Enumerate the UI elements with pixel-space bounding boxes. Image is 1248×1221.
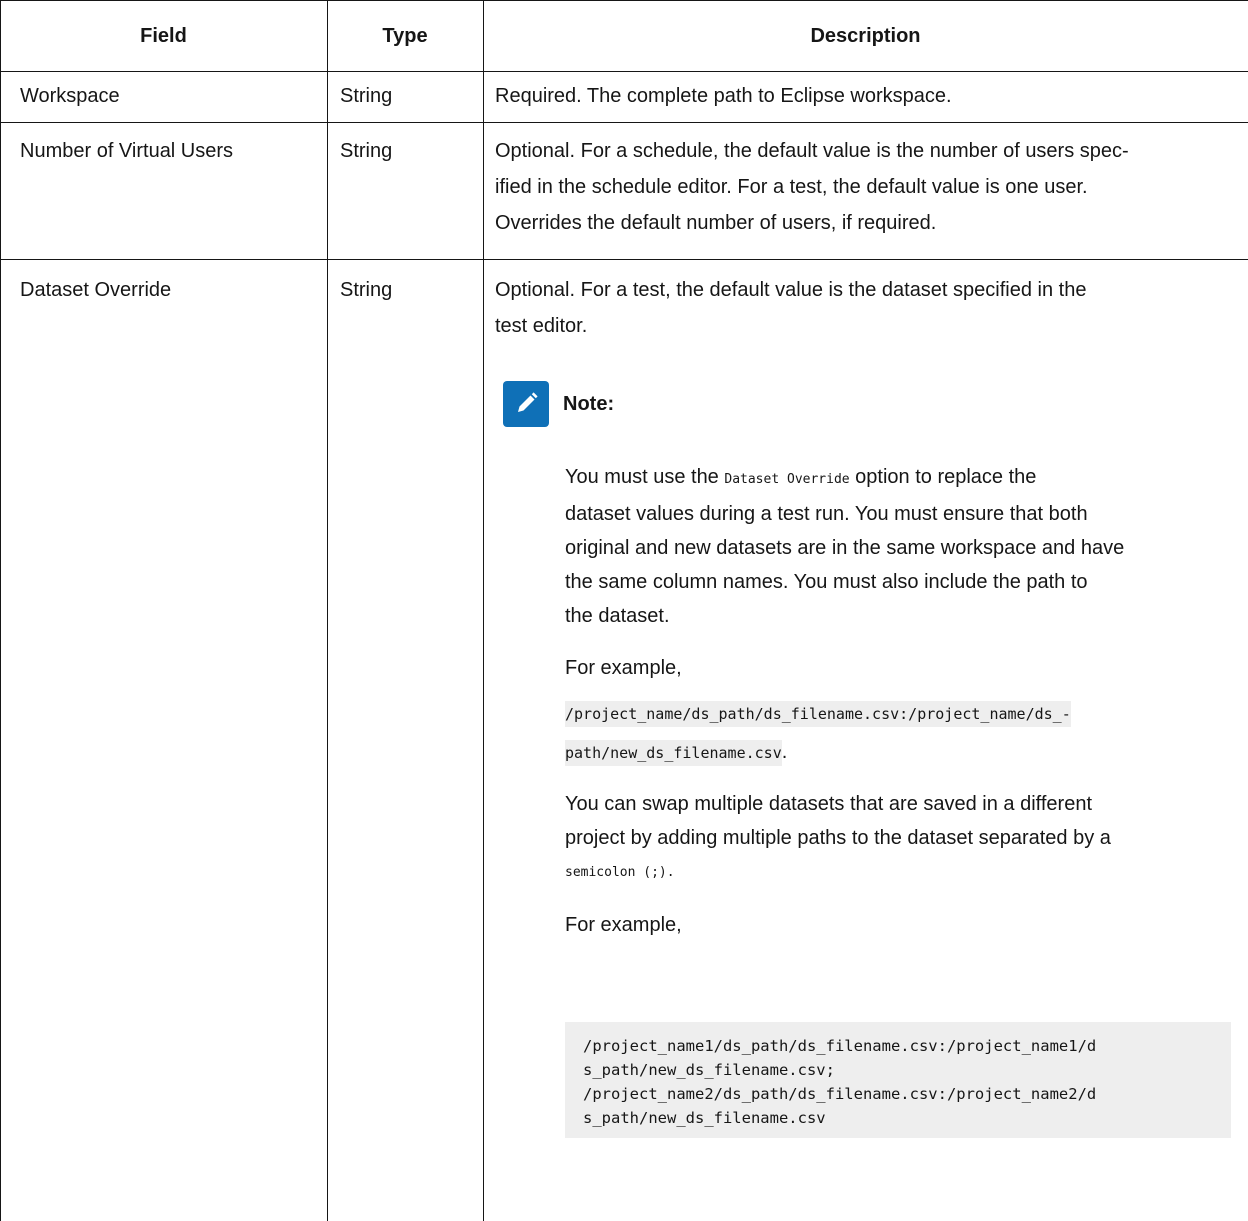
row-virtual-users-field: Number of Virtual Users (20, 140, 234, 162)
inline-code: Dataset Override (724, 472, 850, 487)
description-line: Overrides the default number of users, i… (495, 212, 937, 234)
row-divider-2 (0, 259, 1248, 260)
row-workspace-type: String (340, 85, 393, 107)
code-chip: /project_name/ds_path/ds_filename.csv:/p… (565, 701, 1071, 727)
example-code-1-cont: path/new_ds_filename.csv. (565, 740, 1245, 766)
example-code-block: /project_name1/ds_path/ds_filename.csv:/… (565, 1022, 1231, 1138)
row-virtual-users-type: String (340, 140, 393, 162)
note-label: Note: (563, 392, 615, 415)
code-chip: path/new_ds_filename.csv (565, 740, 782, 766)
row-workspace-description: Required. The complete path to Eclipse w… (495, 85, 952, 107)
note-line: semicolon (;). (565, 855, 1245, 888)
row-virtual-users-description: Optional. For a schedule, the default va… (495, 133, 1129, 241)
table-left-border (0, 0, 1, 1221)
note-paragraph-2: You can swap multiple datasets that are … (565, 793, 1093, 815)
example-label: For example, (565, 914, 682, 936)
row-dataset-override-field: Dataset Override (20, 279, 172, 301)
header-description: Description (810, 25, 921, 47)
row-dataset-override-description: Optional. For a test, the default value … (495, 272, 1086, 344)
row-workspace-field: Workspace (20, 85, 120, 107)
note-line: dataset values during a test run. You mu… (565, 503, 1088, 525)
description-line: Optional. For a test, the default value … (495, 279, 1087, 301)
note-line: the same column names. You must also inc… (565, 571, 1088, 593)
note-text: option to replace the (849, 466, 1037, 488)
example-code-1: /project_name/ds_path/ds_filename.csv:/p… (565, 701, 1245, 727)
note-line: original and new datasets are in the sam… (565, 537, 1125, 559)
description-line: test editor. (495, 315, 588, 337)
row-dataset-override-type: String (340, 279, 393, 301)
column-divider-2 (483, 0, 484, 1221)
header-field: Field (140, 25, 187, 47)
example-label: For example, (565, 657, 682, 679)
header-type: Type (382, 25, 428, 47)
description-line: ified in the schedule editor. For a test… (495, 176, 1088, 198)
note-body: You must use the Dataset Override option… (565, 460, 1245, 942)
description-line: Optional. For a schedule, the default va… (495, 140, 1129, 162)
code-suffix: . (781, 741, 788, 763)
table-top-border (0, 0, 1248, 1)
note-line: project by adding multiple paths to the … (565, 827, 1111, 849)
row-divider-1 (0, 122, 1248, 123)
column-divider-1 (327, 0, 328, 1221)
note-paragraph-1: You must use the Dataset Override option… (565, 460, 1245, 497)
note-line: the dataset. (565, 605, 670, 627)
pencil-note-icon (503, 381, 549, 427)
inline-code: semicolon (;). (565, 865, 675, 880)
note-text: You must use the (565, 466, 725, 488)
note-header: Note: (503, 381, 614, 427)
header-divider (0, 71, 1248, 72)
